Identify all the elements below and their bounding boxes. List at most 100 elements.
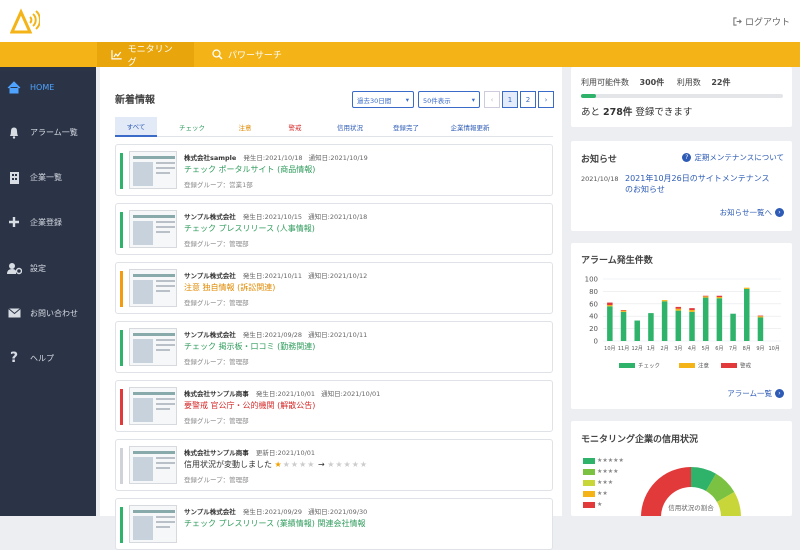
legend-swatch	[583, 468, 595, 475]
notice-link[interactable]: 2021年10月26日のサイトメンテナンスのお知らせ	[625, 173, 775, 195]
registration-group: 登録グループ：営業1部	[184, 181, 253, 189]
bar-チェック	[716, 298, 723, 341]
news-card[interactable]: サンプル株式会社 発生日:2021/10/15 通知日:2021/10/18 チ…	[115, 203, 553, 255]
tab-monitoring[interactable]: モニタリング	[97, 42, 194, 68]
logout-label: ログアウト	[744, 18, 790, 28]
bar-警戒	[675, 306, 682, 309]
company-name: サンプル株式会社	[184, 508, 236, 516]
company-name: 株式会社sample	[184, 154, 237, 162]
notices-panel: お知らせ ? 定期メンテナンスについて 2021/10/18 2021年10月2…	[571, 141, 792, 231]
bar-警戒	[689, 308, 695, 310]
legend-swatch	[619, 363, 635, 368]
x-tick-label: 6月	[715, 346, 723, 352]
remaining-text: あと 278件 登録できます	[581, 104, 692, 118]
x-tick-label: 8月	[743, 346, 751, 352]
legend-label: 注意	[698, 362, 710, 370]
filter-tab-check[interactable]: チェック	[167, 117, 217, 137]
filter-tab-company-update[interactable]: 企業情報更新	[437, 117, 503, 137]
legend-swatch	[583, 479, 595, 486]
notices-more-link[interactable]: お知らせ一覧へ ›	[720, 207, 784, 218]
news-card[interactable]: サンプル株式会社 発生日:2021/09/29 通知日:2021/09/30 チ…	[115, 498, 553, 550]
building-icon	[6, 169, 22, 185]
top-bar: ログアウト	[0, 0, 800, 42]
bar-警戒	[620, 310, 627, 311]
page-thumbnail	[129, 328, 177, 366]
tab-power-search-label: パワーサーチ	[228, 51, 282, 61]
sidebar-item-register[interactable]: 企業登録	[0, 208, 96, 236]
bar-チェック	[744, 288, 750, 341]
bar-チェック	[689, 311, 695, 341]
news-card[interactable]: 株式会社サンプル商事 更新日:2021/10/01 信用状況が変動しました ★★…	[115, 439, 553, 491]
bar-注意	[716, 296, 723, 299]
page-thumbnail	[129, 446, 177, 484]
sidebar-item-settings[interactable]: 設定	[0, 254, 96, 282]
news-card-title[interactable]: 要警戒 官公庁・公的機関 (解散公告)	[184, 400, 315, 411]
bar-注意	[607, 305, 613, 307]
legend-label: 警戒	[740, 362, 752, 370]
logo-icon[interactable]	[10, 8, 40, 34]
bar-チェック	[675, 310, 682, 341]
next-page-button[interactable]: ›	[538, 91, 554, 108]
bar-警戒	[757, 315, 764, 317]
chevron-down-icon: ▾	[471, 95, 475, 104]
envelope-icon	[6, 305, 22, 321]
available-value: 300件	[639, 78, 665, 87]
news-card[interactable]: サンプル株式会社 発生日:2021/09/28 通知日:2021/10/11 チ…	[115, 321, 553, 373]
filter-tab-alert[interactable]: 警戒	[273, 117, 317, 137]
news-card-meta: 株式会社サンプル商事 更新日:2021/10/01	[184, 447, 323, 457]
y-tick-label: 80	[589, 288, 598, 296]
per-page-select[interactable]: 50件表示 ▾	[418, 91, 480, 108]
used-label: 利用数	[676, 78, 701, 87]
sidebar-item-help[interactable]: ? ヘルプ	[0, 344, 96, 372]
sidebar-item-label: アラーム一覧	[30, 127, 78, 137]
logout-button[interactable]: ログアウト	[733, 15, 790, 28]
sidebar-item-home[interactable]: HOME	[0, 73, 96, 101]
prev-page-button[interactable]: ‹	[484, 91, 500, 108]
news-card-title[interactable]: 注意 独自情報 (訴訟関連)	[184, 282, 275, 293]
level-indicator	[120, 271, 123, 307]
legend-stars: ★★★★★	[597, 457, 624, 464]
filter-tab-registered[interactable]: 登録完了	[379, 117, 433, 137]
x-tick-label: 7月	[729, 346, 737, 352]
news-card-title[interactable]: チェック プレスリリース (人事情報)	[184, 223, 315, 234]
occurred-date: 発生日:2021/10/01	[255, 390, 316, 398]
y-tick-label: 20	[589, 325, 598, 333]
bar-チェック	[634, 320, 640, 341]
sidebar-item-alarms[interactable]: アラーム一覧	[0, 118, 96, 146]
news-card[interactable]: 株式会社sample 発生日:2021/10/18 通知日:2021/10/19…	[115, 144, 553, 196]
filter-tab-caution[interactable]: 注意	[223, 117, 267, 137]
page-1-button[interactable]: 1	[502, 91, 518, 108]
filter-tab-credit[interactable]: 信用状況	[325, 117, 375, 137]
news-card-title[interactable]: チェック プレスリリース (業績情報) 関連会社情報	[184, 518, 365, 529]
star-rating-icon: ★	[274, 460, 283, 469]
news-card[interactable]: 株式会社サンプル商事 発生日:2021/10/01 通知日:2021/10/01…	[115, 380, 553, 432]
credit-legend-item: ★★★★★	[583, 457, 624, 464]
x-tick-label: 3月	[674, 346, 682, 352]
alarm-chart: 02040608010010月 11月 12月 1月 2月 3月 4月 5月 6月 7月 8月 9月 1…	[585, 276, 781, 370]
used-value: 22件	[711, 78, 731, 87]
news-card[interactable]: サンプル株式会社 発生日:2021/10/11 通知日:2021/10/12 注…	[115, 262, 553, 314]
news-card-title[interactable]: チェック 掲示板・口コミ (勤務関連)	[184, 341, 315, 352]
alarm-more-link[interactable]: アラーム一覧 ›	[727, 388, 784, 399]
level-indicator	[120, 389, 123, 425]
bar-注意	[675, 308, 682, 311]
tab-power-search[interactable]: パワーサーチ	[198, 42, 296, 67]
news-card-title[interactable]: チェック ポータルサイト (商品情報)	[184, 164, 315, 175]
registration-group: 登録グループ：管理部	[184, 358, 249, 366]
y-tick-label: 100	[585, 276, 598, 284]
period-select[interactable]: 過去30日間 ▾	[352, 91, 414, 108]
maintenance-link[interactable]: ? 定期メンテナンスについて	[682, 152, 784, 163]
filter-tab-all[interactable]: すべて	[115, 117, 157, 137]
bar-警戒	[607, 302, 613, 306]
x-tick-label: 11月	[618, 346, 629, 352]
y-tick-label: 60	[589, 300, 598, 308]
sidebar-item-companies[interactable]: 企業一覧	[0, 163, 96, 191]
notified-date: 通知日:2021/10/11	[308, 331, 368, 339]
logout-icon	[733, 17, 742, 26]
plus-icon	[6, 214, 22, 230]
page-thumbnail	[129, 210, 177, 248]
sidebar-item-contact[interactable]: お問い合わせ	[0, 299, 96, 327]
bar-注意	[702, 296, 709, 298]
page-2-button[interactable]: 2	[520, 91, 536, 108]
chevron-right-icon: ›	[775, 208, 784, 217]
